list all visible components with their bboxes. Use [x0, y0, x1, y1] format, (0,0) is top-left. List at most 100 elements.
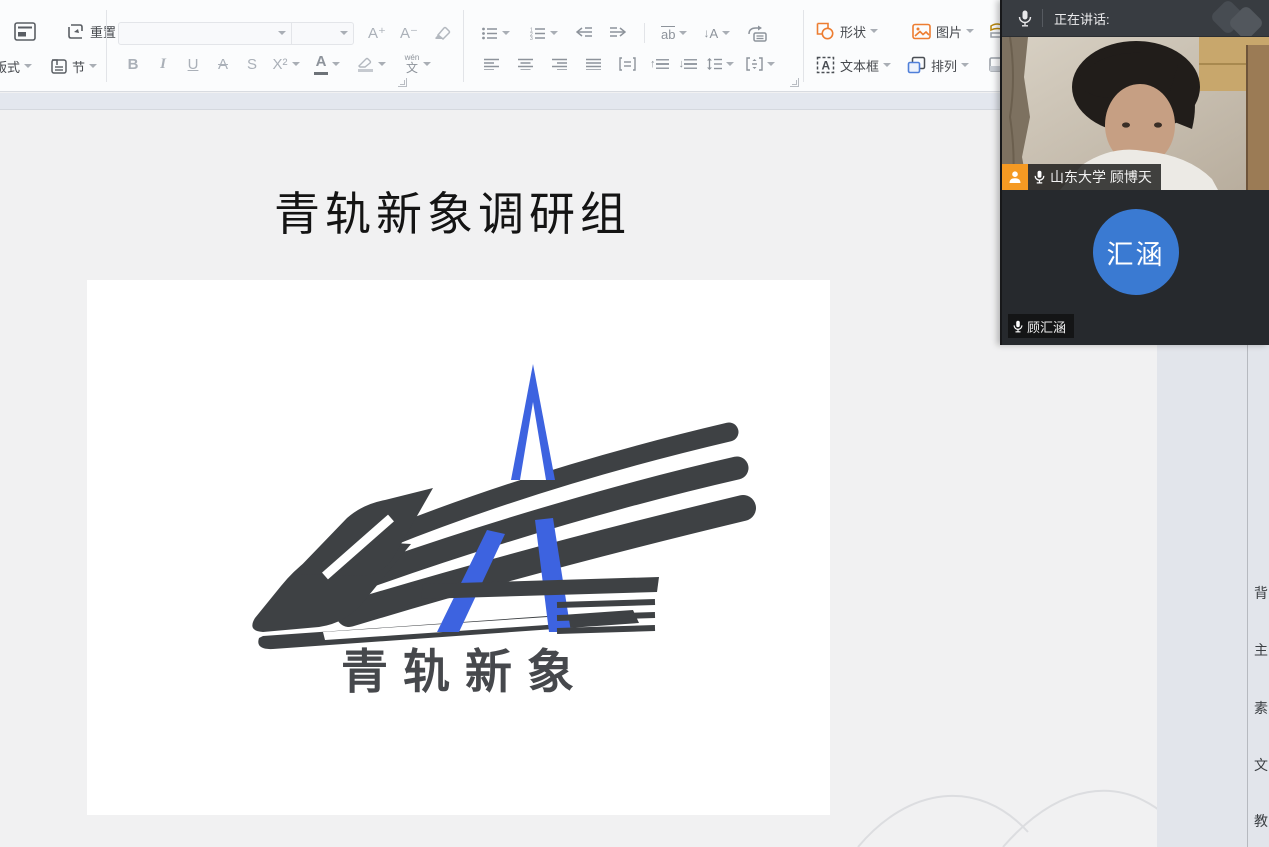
chevron-down-icon [278, 31, 286, 35]
panel-divider [1247, 345, 1248, 847]
chevron-down-icon [423, 62, 431, 66]
meeting-overlay[interactable]: 正在讲话: [1000, 0, 1269, 345]
video-tile-participant1[interactable]: 山东大学 顾博天 [1002, 37, 1269, 190]
decrease-font-button[interactable]: A⁻ [400, 20, 418, 46]
panel-item-fragment[interactable]: 主 [1254, 640, 1269, 658]
bullet-list-dropdown[interactable] [478, 20, 514, 46]
slide-layout-icon[interactable] [8, 18, 42, 44]
reset-button[interactable]: 重置 [66, 18, 116, 44]
align-center-button[interactable] [512, 51, 538, 77]
video-tile-participant2[interactable]: 汇涵 顾汇涵 [1002, 190, 1269, 345]
reset-label: 重置 [90, 22, 116, 41]
svg-text:A: A [822, 59, 831, 73]
svg-text:3: 3 [530, 36, 533, 40]
participant2-name: 顾汇涵 [1027, 317, 1066, 336]
lines-icon [656, 59, 669, 69]
chevron-down-icon [292, 62, 300, 66]
chevron-down-icon [870, 29, 878, 33]
section-dropdown[interactable]: 节 [50, 53, 97, 79]
line-spacing-dropdown[interactable] [707, 51, 734, 77]
italic-button[interactable]: I [148, 51, 178, 77]
paragraph-settings-dropdown[interactable] [746, 51, 775, 77]
highlight-color-dropdown[interactable] [348, 51, 394, 77]
strikethrough-button[interactable]: A [208, 51, 238, 77]
superscript-dropdown[interactable]: X² [266, 51, 306, 77]
align-left-button[interactable] [478, 51, 504, 77]
character-spacing-dropdown[interactable]: ab [661, 20, 687, 46]
clipped-toolbar-icon[interactable] [988, 22, 1000, 40]
font-dialog-launcher[interactable] [398, 78, 407, 87]
paragraph-group: 123 ab ↓ A [478, 0, 798, 92]
decrease-paragraph-spacing-button[interactable]: ↓ [679, 51, 698, 77]
font-name-select[interactable] [118, 22, 292, 45]
bold-button[interactable]: B [118, 51, 148, 77]
header-divider [1042, 9, 1043, 27]
meeting-header: 正在讲话: [1002, 0, 1269, 37]
logo-wordmark: 青轨新象 [341, 645, 589, 698]
chevron-down-icon [883, 63, 891, 67]
avatar-text: 汇涵 [1107, 233, 1165, 272]
chevron-down-icon [24, 64, 32, 68]
toolbar-separator [106, 10, 107, 82]
toolbar-separator [803, 10, 804, 82]
chevron-down-icon [767, 62, 775, 66]
participant1-name: 山东大学 顾博天 [1050, 167, 1152, 187]
mic-icon [1013, 320, 1023, 333]
participant1-name-strip: 山东大学 顾博天 [1002, 164, 1161, 190]
clipped-toolbar-icon[interactable] [988, 56, 1000, 74]
participant2-name-strip: 顾汇涵 [1008, 314, 1074, 338]
background-curves [848, 772, 1168, 847]
convert-to-smartart-button[interactable] [746, 20, 767, 46]
chevron-down-icon [89, 64, 97, 68]
paragraph-dialog-launcher[interactable] [790, 78, 799, 87]
phonetic-guide-dropdown[interactable]: wén 文 [394, 51, 442, 77]
slide-title[interactable]: 青轨新象调研组 [274, 178, 631, 244]
meeting-app-logo [1213, 0, 1269, 37]
highlight-swatch [358, 69, 373, 72]
font-color-swatch [314, 72, 328, 75]
justify-button[interactable] [580, 51, 606, 77]
chevron-down-icon [378, 62, 386, 66]
increase-font-button[interactable]: A⁺ [368, 20, 386, 46]
logo-image[interactable]: 青轨新象 [87, 280, 830, 815]
text-direction-dropdown[interactable]: ↓ A [703, 20, 730, 46]
chevron-down-icon [340, 31, 348, 35]
toolbar-separator [463, 10, 464, 82]
decrease-indent-button[interactable] [576, 20, 593, 46]
increase-paragraph-spacing-button[interactable]: ↑ [650, 51, 669, 77]
panel-item-fragment[interactable]: 教 [1254, 811, 1269, 829]
underline-button[interactable]: U [178, 51, 208, 77]
align-right-button[interactable] [546, 51, 572, 77]
textbox-dropdown[interactable]: A 文本框 [816, 52, 891, 78]
chevron-down-icon [966, 29, 974, 33]
host-badge [1002, 164, 1028, 190]
arrange-dropdown[interactable]: 排列 [907, 52, 969, 78]
picture-dropdown[interactable]: 图片 [912, 18, 974, 44]
slide-group: 重置 版式 节 [0, 0, 106, 92]
right-task-panel: 背 主 素 文 教 课 [1157, 345, 1269, 847]
chevron-down-icon [679, 31, 687, 35]
panel-item-fragment[interactable]: 素 [1254, 698, 1269, 716]
distribute-text-button[interactable] [614, 51, 640, 77]
train-logo-graphic: 青轨新象 [87, 280, 830, 815]
text-shadow-button[interactable]: S [238, 51, 266, 77]
chevron-down-icon [502, 31, 510, 35]
font-size-select[interactable] [292, 22, 354, 45]
mic-icon [1034, 170, 1045, 184]
panel-item-fragment[interactable]: 背 [1254, 583, 1269, 601]
person-icon [1008, 170, 1022, 184]
numbered-list-dropdown[interactable]: 123 [526, 20, 562, 46]
lines-icon [684, 59, 697, 69]
panel-item-fragment[interactable]: 文 [1254, 755, 1269, 773]
layout-dropdown[interactable]: 版式 [0, 53, 32, 79]
clear-format-button[interactable] [432, 20, 451, 46]
mini-separator [644, 23, 645, 43]
chevron-down-icon [726, 62, 734, 66]
increase-indent-button[interactable] [609, 20, 626, 46]
font-color-dropdown[interactable]: A [306, 51, 348, 77]
font-group: A⁺ A⁻ B I U A S X² A wén 文 [118, 0, 462, 92]
chevron-down-icon [961, 63, 969, 67]
chevron-down-icon [722, 31, 730, 35]
section-label: 节 [72, 57, 85, 76]
shapes-dropdown[interactable]: 形状 [816, 18, 878, 44]
